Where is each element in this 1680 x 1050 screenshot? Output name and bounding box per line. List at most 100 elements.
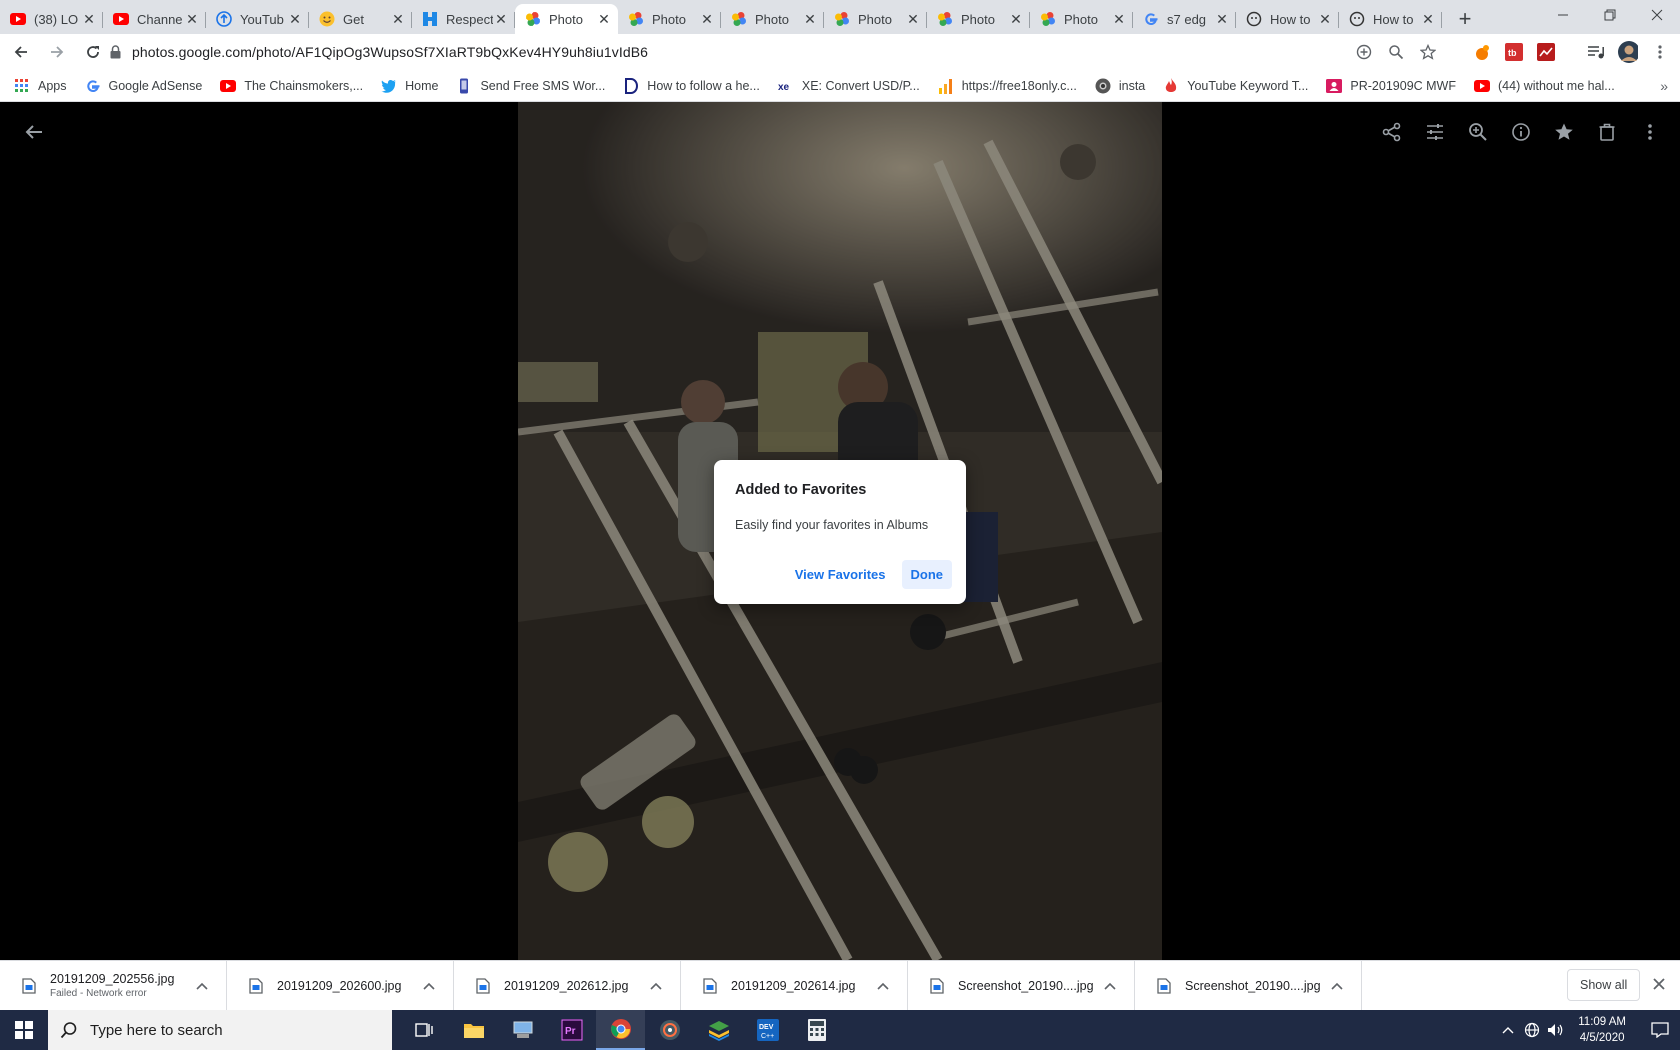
close-icon[interactable]: ✕ xyxy=(1008,11,1024,27)
tab[interactable]: Get ✕ xyxy=(309,4,412,34)
back-button[interactable] xyxy=(6,37,36,67)
windows-start-icon[interactable] xyxy=(0,1010,48,1050)
tab[interactable]: s7 edg ✕ xyxy=(1133,4,1236,34)
tab[interactable]: Photo ✕ xyxy=(824,4,927,34)
new-tab-button[interactable]: + xyxy=(1448,4,1482,34)
tab[interactable]: Photo ✕ xyxy=(618,4,721,34)
bookmark-follow[interactable]: How to follow a he... xyxy=(623,77,760,94)
chrome-icon[interactable] xyxy=(596,1010,645,1050)
tab[interactable]: (38) LO ✕ xyxy=(0,4,103,34)
install-icon[interactable] xyxy=(1354,42,1374,62)
bookmark-send-sms[interactable]: Send Free SMS Wor... xyxy=(456,78,605,94)
bookmark-apps[interactable]: Apps xyxy=(14,78,67,94)
view-favorites-button[interactable]: View Favorites xyxy=(787,560,894,589)
trash-icon[interactable] xyxy=(1595,120,1619,144)
restore-button[interactable] xyxy=(1586,0,1633,30)
close-icon[interactable]: ✕ xyxy=(699,11,715,27)
task-view-icon[interactable] xyxy=(400,1010,449,1050)
close-icon[interactable]: ✕ xyxy=(1317,11,1333,27)
download-item[interactable]: 20191209_202612.jpg xyxy=(454,960,681,1011)
bookmark-insta[interactable]: insta xyxy=(1095,78,1145,94)
bookmark-star-icon[interactable] xyxy=(1418,42,1438,62)
forward-button[interactable] xyxy=(42,37,72,67)
bookmark-google-adsense[interactable]: Google AdSense xyxy=(85,78,202,94)
close-icon[interactable]: ✕ xyxy=(390,11,406,27)
info-icon[interactable] xyxy=(1509,120,1533,144)
close-icon[interactable]: ✕ xyxy=(1214,11,1230,27)
close-icon[interactable]: ✕ xyxy=(596,11,612,27)
avatar[interactable] xyxy=(1618,41,1638,63)
download-item[interactable]: Screenshot_20190....jpg xyxy=(908,960,1135,1011)
close-icon[interactable]: ✕ xyxy=(905,11,921,27)
chevron-up-icon[interactable] xyxy=(871,974,895,998)
more-vert-icon[interactable] xyxy=(1638,120,1662,144)
chevron-double-right-icon[interactable]: » xyxy=(1660,78,1668,94)
globe-icon[interactable] xyxy=(1520,1010,1544,1050)
premiere-pro-icon[interactable]: Pr xyxy=(547,1010,596,1050)
close-icon[interactable]: ✕ xyxy=(287,11,303,27)
close-window-button[interactable] xyxy=(1633,0,1680,30)
tab[interactable]: Photo ✕ xyxy=(927,4,1030,34)
close-icon[interactable]: ✕ xyxy=(184,11,200,27)
tab[interactable]: How to ✕ xyxy=(1339,4,1442,34)
tab[interactable]: Respect ✕ xyxy=(412,4,515,34)
media-playlist-icon[interactable] xyxy=(1586,42,1606,62)
download-item[interactable]: Screenshot_20190....jpg xyxy=(1135,960,1362,1011)
file-explorer-icon[interactable] xyxy=(449,1010,498,1050)
media-player-icon[interactable] xyxy=(645,1010,694,1050)
menu-dots-icon[interactable] xyxy=(1650,42,1670,62)
reload-button[interactable] xyxy=(78,37,108,67)
close-icon[interactable]: ✕ xyxy=(81,11,97,27)
calculator-icon[interactable] xyxy=(792,1010,841,1050)
tab[interactable]: Photo ✕ xyxy=(721,4,824,34)
chevron-up-icon[interactable] xyxy=(1098,974,1122,998)
minimize-button[interactable] xyxy=(1539,0,1586,30)
zoom-icon[interactable] xyxy=(1386,42,1406,62)
viewer-back-button[interactable] xyxy=(22,120,46,144)
tab[interactable]: Channe ✕ xyxy=(103,4,206,34)
bookmark-xe[interactable]: xe XE: Convert USD/P... xyxy=(778,78,920,94)
chevron-up-icon[interactable] xyxy=(644,974,668,998)
tab[interactable]: How to ✕ xyxy=(1236,4,1339,34)
taskbar-search-box[interactable]: Type here to search xyxy=(48,1010,392,1050)
google-icon xyxy=(85,78,101,94)
dev-cpp-icon[interactable]: DEV C++ xyxy=(743,1010,792,1050)
tab-active[interactable]: Photo ✕ xyxy=(515,4,618,34)
bookmark-without-me[interactable]: (44) without me hal... xyxy=(1474,78,1615,94)
extension-orange-icon[interactable] xyxy=(1472,42,1492,62)
download-item[interactable]: 20191209_202556.jpg Failed - Network erro… xyxy=(0,960,227,1011)
share-icon[interactable] xyxy=(1380,120,1404,144)
download-item[interactable]: 20191209_202614.jpg xyxy=(681,960,908,1011)
zoom-in-icon[interactable] xyxy=(1466,120,1490,144)
address-bar[interactable]: photos.google.com/photo/AF1QipOg3WupsoSf… xyxy=(110,34,1420,70)
stack-app-icon[interactable] xyxy=(694,1010,743,1050)
chevron-up-icon[interactable] xyxy=(190,974,214,998)
bookmark-home[interactable]: Home xyxy=(381,78,438,94)
chevron-up-icon[interactable] xyxy=(417,974,441,998)
google-photos-icon xyxy=(1040,11,1056,27)
download-item[interactable]: 20191209_202600.jpg xyxy=(227,960,454,1011)
notification-icon[interactable] xyxy=(1640,1010,1680,1050)
favorite-star-icon[interactable] xyxy=(1552,120,1576,144)
bookmark-pr[interactable]: PR-201909C MWF xyxy=(1326,78,1456,94)
network-computer-icon[interactable] xyxy=(498,1010,547,1050)
extension-analytics-icon[interactable] xyxy=(1536,42,1556,62)
done-button[interactable]: Done xyxy=(901,560,952,589)
bookmark-free18only[interactable]: https://free18only.c... xyxy=(938,78,1077,94)
volume-icon[interactable] xyxy=(1544,1010,1568,1050)
close-icon[interactable]: ✕ xyxy=(1420,11,1436,27)
taskbar-clock[interactable]: 11:09 AM 4/5/2020 xyxy=(1578,1014,1626,1046)
show-all-button[interactable]: Show all xyxy=(1567,969,1641,1001)
extension-tubebuddy-icon[interactable]: tb xyxy=(1504,42,1524,62)
tab[interactable]: Photo ✕ xyxy=(1030,4,1133,34)
close-icon[interactable]: ✕ xyxy=(802,11,818,27)
chevron-up-icon[interactable] xyxy=(1325,974,1349,998)
chevron-up-tray-icon[interactable] xyxy=(1496,1010,1520,1050)
edit-adjust-icon[interactable] xyxy=(1423,120,1447,144)
tab[interactable]: YouTub ✕ xyxy=(206,4,309,34)
close-icon[interactable]: ✕ xyxy=(1111,11,1127,27)
close-icon[interactable]: ✕ xyxy=(493,11,509,27)
bookmark-youtube-keyword[interactable]: YouTube Keyword T... xyxy=(1163,77,1308,94)
bookmark-chainsmokers[interactable]: The Chainsmokers,... xyxy=(220,78,363,94)
close-downloads-icon[interactable] xyxy=(1652,977,1668,993)
